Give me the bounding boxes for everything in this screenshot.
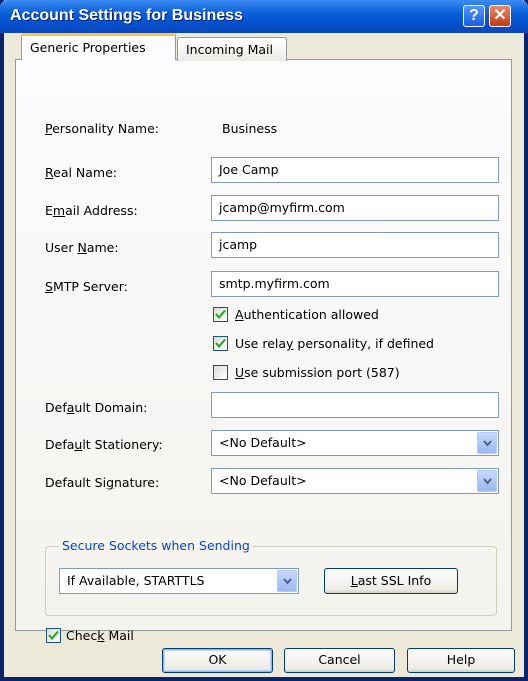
ok-button[interactable]: OK: [162, 648, 273, 673]
real-name-field[interactable]: Joe Camp: [211, 157, 499, 183]
email-address-label: Email Address:: [45, 203, 138, 218]
close-icon[interactable]: ✕: [489, 5, 511, 27]
real-name-label: Real Name:: [45, 165, 118, 180]
default-stationery-select[interactable]: <No Default>: [211, 430, 499, 456]
authentication-allowed-checkbox[interactable]: [213, 307, 228, 322]
default-signature-value: <No Default>: [219, 473, 307, 488]
default-domain-label: Default Domain:: [45, 400, 148, 415]
default-stationery-label: Default Stationery:: [45, 437, 163, 452]
last-ssl-info-button[interactable]: Last SSL Info: [324, 568, 458, 594]
default-stationery-value: <No Default>: [219, 435, 307, 450]
default-signature-label: Default Signature:: [45, 475, 160, 490]
cancel-button[interactable]: Cancel: [284, 648, 395, 673]
user-name-field[interactable]: jcamp: [211, 232, 499, 258]
checkmark-icon: [215, 338, 226, 349]
personality-name-label: Personality Name:: [45, 121, 159, 136]
checkmark-icon: [215, 309, 226, 320]
check-mail-checkbox[interactable]: [46, 628, 61, 643]
ssl-mode-value: If Available, STARTTLS: [67, 573, 205, 588]
default-domain-field[interactable]: [211, 392, 499, 418]
chevron-down-icon[interactable]: [277, 570, 297, 592]
authentication-allowed-label[interactable]: Authentication allowed: [235, 307, 379, 322]
chevron-down-icon[interactable]: [477, 432, 497, 454]
smtp-server-field[interactable]: smtp.myfirm.com: [211, 271, 499, 297]
tab-incoming-mail[interactable]: Incoming Mail: [177, 37, 287, 61]
tab-label: Generic Properties: [30, 40, 146, 55]
tab-generic-properties[interactable]: Generic Properties: [21, 33, 176, 60]
default-signature-select[interactable]: <No Default>: [211, 468, 499, 494]
secure-sockets-group-title: Secure Sockets when Sending: [59, 538, 253, 553]
chevron-down-icon[interactable]: [477, 470, 497, 492]
email-address-field[interactable]: jcamp@myfirm.com: [211, 195, 499, 221]
personality-name-value: Business: [222, 121, 278, 136]
ssl-mode-select[interactable]: If Available, STARTTLS: [59, 568, 299, 594]
tab-label: Incoming Mail: [186, 42, 273, 57]
use-submission-port-label[interactable]: Use submission port (587): [235, 365, 400, 380]
title-bar: Account Settings for Business ? ✕: [0, 0, 528, 33]
window-title: Account Settings for Business: [10, 7, 243, 24]
user-name-label: User Name:: [45, 240, 119, 255]
use-relay-personality-label[interactable]: Use relay personality, if defined: [235, 336, 434, 351]
help-button[interactable]: Help: [407, 648, 515, 673]
help-icon[interactable]: ?: [463, 5, 485, 27]
smtp-server-label: SMTP Server:: [45, 279, 128, 294]
check-mail-label[interactable]: Check Mail: [66, 628, 134, 643]
use-relay-personality-checkbox[interactable]: [213, 336, 228, 351]
use-submission-port-checkbox[interactable]: [213, 365, 228, 380]
checkmark-icon: [48, 630, 59, 641]
